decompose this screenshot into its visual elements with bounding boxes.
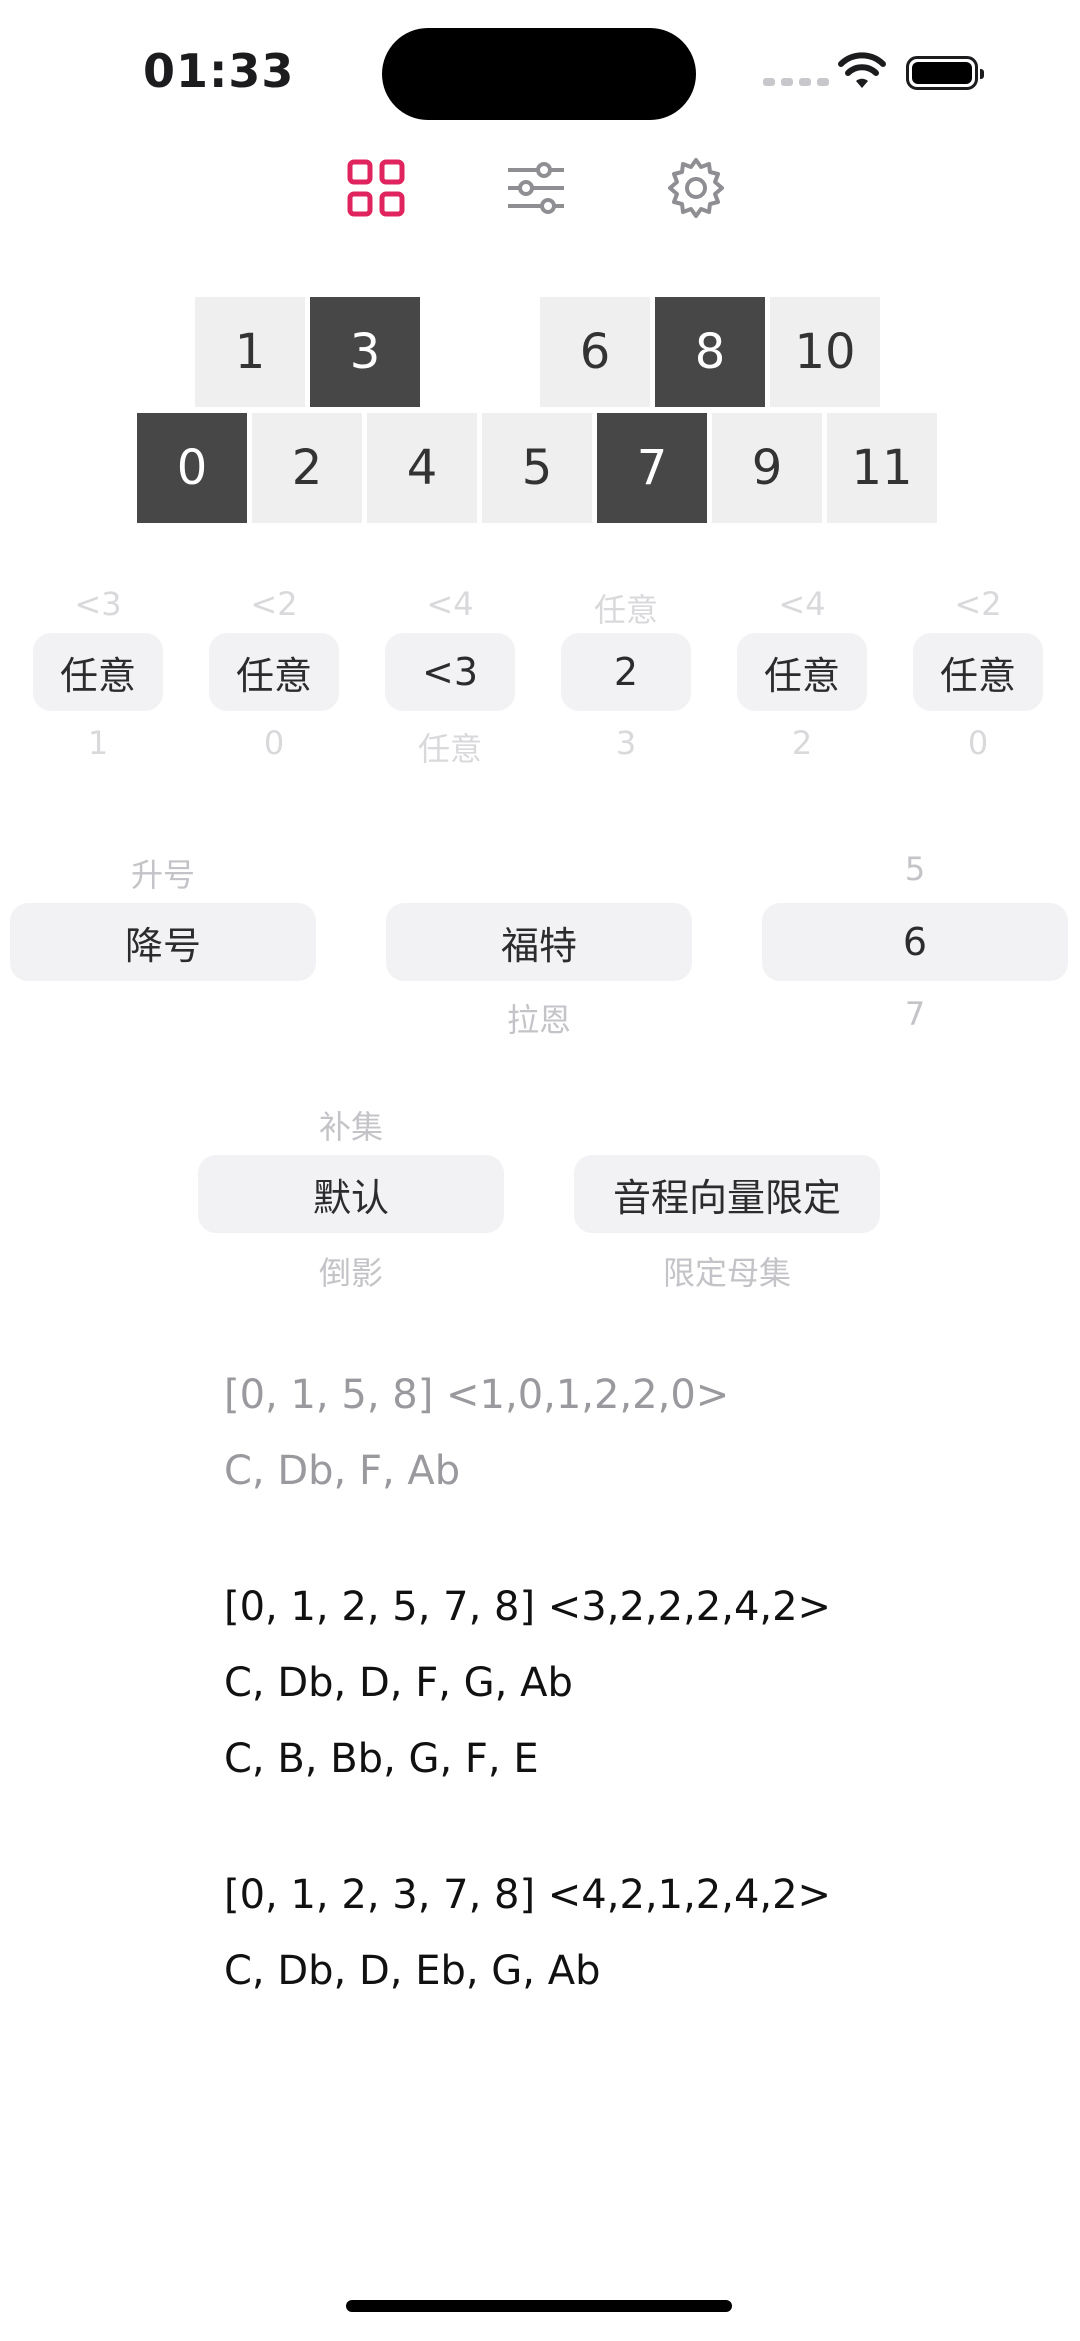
key-6[interactable]: 6 xyxy=(540,297,650,407)
gear-icon[interactable] xyxy=(664,156,728,220)
picker-option-below[interactable]: 3 xyxy=(561,724,691,762)
picker-option-below[interactable]: 0 xyxy=(209,724,339,762)
grid-icon[interactable] xyxy=(344,156,408,220)
picker-option-above[interactable]: 5 xyxy=(762,850,1068,888)
picker-option-above[interactable]: <2 xyxy=(913,585,1043,623)
result-3-notes: C, Db, D, Eb, G, Ab xyxy=(224,1948,601,1994)
key-1[interactable]: 1 xyxy=(195,297,305,407)
key-label: 5 xyxy=(521,440,553,496)
key-7[interactable]: 7 xyxy=(597,413,707,523)
key-10[interactable]: 10 xyxy=(770,297,880,407)
key-label: 2 xyxy=(291,440,323,496)
picker-selected[interactable]: 音程向量限定 xyxy=(574,1155,880,1233)
home-indicator[interactable] xyxy=(346,2300,732,2312)
picker-option-below[interactable]: 倒影 xyxy=(198,1248,504,1294)
picker-option-above[interactable]: <4 xyxy=(737,585,867,623)
picker-option-below[interactable]: 限定母集 xyxy=(574,1248,880,1294)
key-label: 7 xyxy=(636,440,668,496)
picker-option-above[interactable]: 补集 xyxy=(198,1102,504,1148)
picker-option-below[interactable]: 1 xyxy=(33,724,163,762)
picker-selected[interactable]: 任意 xyxy=(33,633,163,711)
key-2[interactable]: 2 xyxy=(252,413,362,523)
picker-option-above[interactable]: 任意 xyxy=(561,585,691,631)
key-8[interactable]: 8 xyxy=(655,297,765,407)
key-11[interactable]: 11 xyxy=(827,413,937,523)
dynamic-island xyxy=(382,28,696,120)
picker-selected[interactable]: 降号 xyxy=(10,903,316,981)
picker-option-above[interactable]: <3 xyxy=(33,585,163,623)
cellular-signal-icon xyxy=(763,78,829,86)
sliders-icon[interactable] xyxy=(504,156,568,220)
picker-selected[interactable]: 任意 xyxy=(737,633,867,711)
picker-selected[interactable]: 2 xyxy=(561,633,691,711)
picker-selected[interactable]: 任意 xyxy=(209,633,339,711)
key-3[interactable]: 3 xyxy=(310,297,420,407)
key-label: 0 xyxy=(176,440,208,496)
result-1-set: [0, 1, 5, 8] <1,0,1,2,2,0> xyxy=(224,1372,730,1418)
result-1-notes: C, Db, F, Ab xyxy=(224,1448,461,1494)
picker-option-below[interactable]: 拉恩 xyxy=(386,995,692,1041)
result-3-set: [0, 1, 2, 3, 7, 8] <4,2,1,2,4,2> xyxy=(224,1872,832,1918)
picker-selected[interactable]: <3 xyxy=(385,633,515,711)
status-time: 01:33 xyxy=(143,44,295,98)
key-label: 6 xyxy=(579,324,611,380)
picker-option-below[interactable]: 2 xyxy=(737,724,867,762)
picker-option-above[interactable]: <2 xyxy=(209,585,339,623)
battery-icon xyxy=(906,56,984,90)
key-label: 8 xyxy=(694,324,726,380)
key-label: 4 xyxy=(406,440,438,496)
key-label: 9 xyxy=(751,440,783,496)
picker-option-below[interactable]: 0 xyxy=(913,724,1043,762)
picker-selected[interactable]: 福特 xyxy=(386,903,692,981)
picker-selected[interactable]: 默认 xyxy=(198,1155,504,1233)
picker-selected[interactable]: 任意 xyxy=(913,633,1043,711)
key-5[interactable]: 5 xyxy=(482,413,592,523)
picker-option-below[interactable]: 任意 xyxy=(385,724,515,770)
key-label: 1 xyxy=(234,324,266,380)
picker-option-above[interactable]: 升号 xyxy=(10,850,316,896)
key-0[interactable]: 0 xyxy=(137,413,247,523)
wifi-icon xyxy=(838,52,886,88)
key-4[interactable]: 4 xyxy=(367,413,477,523)
result-2-notes: C, Db, D, F, G, Ab xyxy=(224,1660,573,1706)
result-2-notes-alt: C, B, Bb, G, F, E xyxy=(224,1736,539,1782)
result-2-set: [0, 1, 2, 5, 7, 8] <3,2,2,2,4,2> xyxy=(224,1584,832,1630)
picker-option-below[interactable]: 7 xyxy=(762,995,1068,1033)
picker-option-above[interactable]: <4 xyxy=(385,585,515,623)
key-label: 3 xyxy=(349,324,381,380)
key-label: 10 xyxy=(794,324,856,380)
picker-selected[interactable]: 6 xyxy=(762,903,1068,981)
key-label: 11 xyxy=(851,440,913,496)
key-9[interactable]: 9 xyxy=(712,413,822,523)
